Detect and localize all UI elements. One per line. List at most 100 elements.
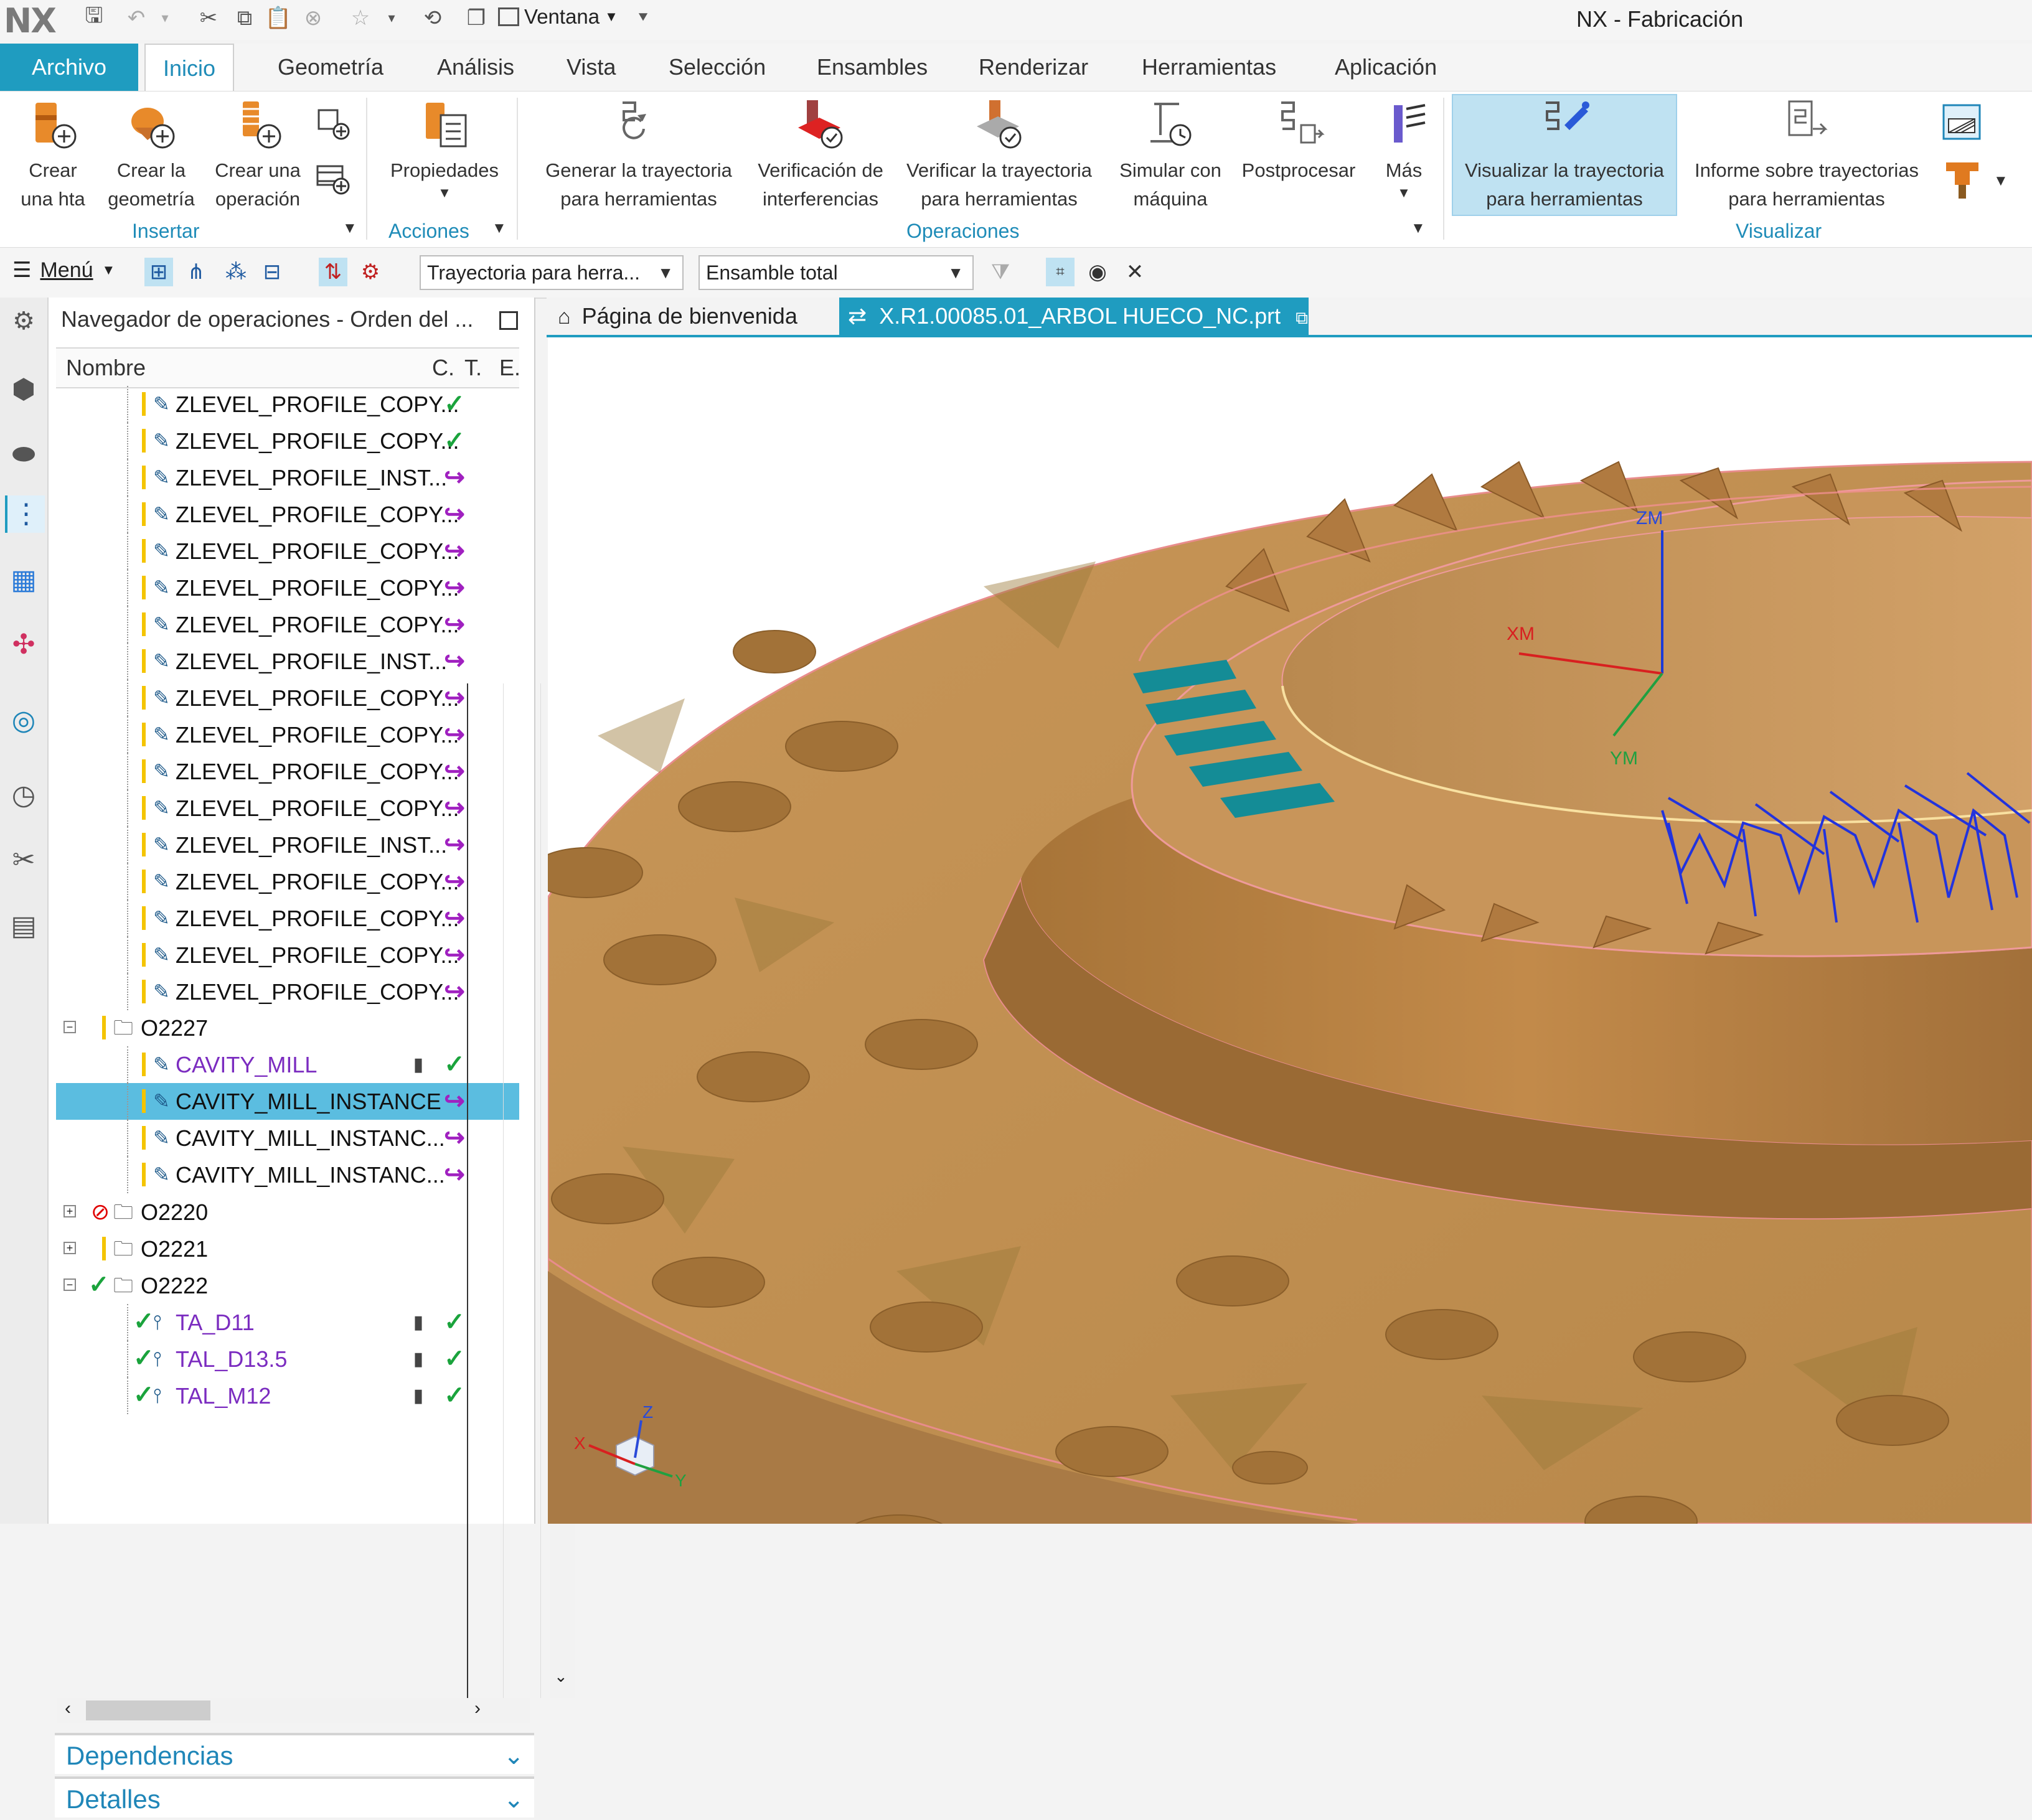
create-operation-button[interactable]: Crear una operación	[208, 96, 308, 213]
graphics-viewport[interactable]: ZM XM YM Z X Y	[548, 337, 2032, 1524]
save-icon[interactable]: 🖫	[80, 4, 108, 32]
operation-navigator-icon[interactable]: ⋮	[5, 495, 45, 533]
tab-part-file[interactable]: ⇄ X.R1.00085.01_ARBOL HUECO_NC.prt ⧉ ✕	[839, 298, 1309, 368]
expand-icon[interactable]: +	[64, 1205, 76, 1217]
menu-button[interactable]: ☰ Menú ▼	[12, 258, 115, 283]
toolpath-report-button[interactable]: Informe sobre trayectorias para herramie…	[1681, 96, 1932, 213]
tree-row-operation[interactable]: ✓ ⫯ TAL_M12 ▮ ✓	[56, 1377, 519, 1414]
dependencias-panel-header[interactable]: Dependencias ⌄	[55, 1733, 534, 1774]
more-button[interactable]: Más ▼	[1370, 96, 1438, 201]
tree-row-operation[interactable]: ✎ ZLEVEL_PROFILE_COPY... ↪	[56, 937, 519, 973]
create-geometry-button[interactable]: Crear la geometría	[105, 96, 198, 213]
visualize-more-dropdown-icon[interactable]: ▼	[1993, 172, 2008, 190]
tab-renderizar[interactable]: Renderizar	[961, 44, 1106, 91]
tree-row-operation[interactable]: ✎ ZLEVEL_PROFILE_COPY... ↪	[56, 570, 519, 606]
tree-row-operation[interactable]: ✎ ZLEVEL_PROFILE_COPY... ↪	[56, 496, 519, 533]
more-dropdown-icon[interactable]: ▼	[1370, 185, 1438, 201]
undo-dropdown-icon[interactable]: ▾	[151, 4, 179, 32]
tab-geometria[interactable]: Geometría	[260, 44, 401, 91]
machine-navigator-icon[interactable]: ▦	[5, 561, 42, 599]
column-header-name[interactable]: Nombre	[66, 349, 146, 387]
show-hide-icon[interactable]: ◉	[1083, 258, 1112, 286]
delete-icon[interactable]: ⊗	[299, 4, 327, 32]
generate-toolpath-button[interactable]: Generar la trayectoria para herramientas	[533, 96, 745, 213]
feature-navigator-icon[interactable]: ✣	[5, 626, 42, 664]
tree-row-operation[interactable]: ✎ ZLEVEL_PROFILE_COPY... ↪	[56, 716, 519, 753]
postprocess-button[interactable]: Postprocesar	[1236, 96, 1361, 185]
type-filter-select[interactable]: Trayectoria para herra... ▼	[420, 255, 684, 290]
tree-row-operation[interactable]: ✎ ZLEVEL_PROFILE_COPY... ✓	[56, 423, 519, 459]
program-order-view-icon[interactable]: ⊞	[144, 258, 173, 286]
settings-gear-icon[interactable]: ⚙	[5, 303, 42, 340]
scroll-left-icon[interactable]: ‹	[65, 1698, 71, 1719]
column-header-e[interactable]: E.	[499, 349, 520, 387]
tree-row-operation[interactable]: ✎ ZLEVEL_PROFILE_COPY... ↪	[56, 863, 519, 900]
scroll-down-icon[interactable]: ⌄	[554, 1667, 568, 1686]
properties-button[interactable]: Propiedades ▼	[382, 96, 507, 201]
favorite-dropdown-icon[interactable]: ▾	[377, 4, 406, 32]
filter-toolpath-icon[interactable]: ⇅	[319, 258, 347, 286]
tree-row-operation[interactable]: ✎ ZLEVEL_PROFILE_COPY... ↪	[56, 973, 519, 1010]
simulate-machine-button[interactable]: Simular con máquina	[1108, 96, 1233, 213]
assembly-navigator-icon[interactable]: ⬬	[5, 436, 42, 473]
repeat-command-icon[interactable]: ⟲	[418, 4, 447, 32]
switch-window-icon[interactable]: ❐	[462, 4, 491, 32]
create-method-icon[interactable]	[315, 105, 352, 143]
machine-tool-view-icon[interactable]: ⋔	[182, 258, 210, 286]
filter-operations-icon[interactable]: ⚙	[356, 258, 385, 286]
tab-seleccion[interactable]: Selección	[651, 44, 783, 91]
tab-welcome-page[interactable]: ⌂ Página de bienvenida	[558, 298, 797, 335]
visualize-toolpath-button[interactable]: Visualizar la trayectoria para herramien…	[1452, 96, 1677, 213]
tree-row-operation[interactable]: ✎ ZLEVEL_PROFILE_COPY... ↪	[56, 790, 519, 827]
stock-display-icon[interactable]	[1940, 100, 1983, 144]
window-menu[interactable]: Ventana ▼	[498, 5, 618, 29]
tree-row-operation[interactable]: ✎ ZLEVEL_PROFILE_INST... ↪	[56, 643, 519, 680]
tree-row-operation[interactable]: ✎ CAVITY_MILL_INSTANCE ↪	[56, 1083, 519, 1120]
undo-icon[interactable]: ↶	[122, 4, 151, 32]
column-header-t[interactable]: T.	[464, 349, 482, 387]
group-operaciones-expand-icon[interactable]: ▼	[1411, 220, 1426, 237]
tree-row-operation[interactable]: ✎ ZLEVEL_PROFILE_COPY... ↪	[56, 753, 519, 790]
process-studio-icon[interactable]: ▤	[5, 908, 42, 945]
tool-display-icon[interactable]	[1944, 159, 1981, 202]
tab-vista[interactable]: Vista	[549, 44, 633, 91]
web-browser-icon[interactable]: ◎	[5, 702, 42, 739]
tab-analisis[interactable]: Análisis	[420, 44, 532, 91]
tree-row-operation[interactable]: ✎ CAVITY_MILL_INSTANC... ↪	[56, 1156, 519, 1193]
tab-herramientas[interactable]: Herramientas	[1124, 44, 1294, 91]
tree-row-operation[interactable]: ✓ ⫯ TA_D11 ▮ ✓	[56, 1304, 519, 1341]
group-insertar-expand-icon[interactable]: ▼	[342, 220, 357, 237]
group-acciones-expand-icon[interactable]: ▼	[492, 220, 507, 237]
maximize-icon[interactable]	[499, 311, 518, 330]
tab-inicio[interactable]: Inicio	[144, 44, 235, 91]
tree-row-operation[interactable]: ✎ CAVITY_MILL ▮ ✓	[56, 1046, 519, 1083]
tree-row-group[interactable]: + 🗀 O2221	[56, 1231, 519, 1267]
tree-row-operation[interactable]: ✎ ZLEVEL_PROFILE_COPY... ↪	[56, 680, 519, 716]
tab-ensambles[interactable]: Ensambles	[799, 44, 945, 91]
part-navigator-icon[interactable]: ⬢	[5, 371, 42, 408]
reuse-library-icon[interactable]: ✂	[5, 842, 42, 879]
detalles-panel-header[interactable]: Detalles ⌄	[55, 1776, 534, 1818]
tree-row-operation[interactable]: ✎ CAVITY_MILL_INSTANC... ↪	[56, 1120, 519, 1156]
assembly-scope-select[interactable]: Ensamble total ▼	[698, 255, 974, 290]
cut-icon[interactable]: ✂	[194, 4, 223, 32]
tree-row-group[interactable]: − 🗀 O2227	[56, 1010, 519, 1046]
horizontal-scroll-thumb[interactable]	[86, 1700, 210, 1720]
tab-archivo[interactable]: Archivo	[0, 44, 138, 91]
undock-icon[interactable]: ⧉	[1296, 308, 1308, 327]
create-program-icon[interactable]	[315, 160, 352, 197]
favorite-icon[interactable]: ☆	[346, 4, 375, 32]
tree-row-operation[interactable]: ✓ ⫯ TAL_D13.5 ▮ ✓	[56, 1341, 519, 1377]
properties-dropdown-icon[interactable]: ▼	[382, 185, 507, 201]
history-icon[interactable]: ◷	[5, 777, 42, 814]
tree-row-operation[interactable]: ✎ ZLEVEL_PROFILE_COPY... ↪	[56, 606, 519, 643]
paste-icon[interactable]: 📋	[264, 4, 293, 32]
scroll-right-icon[interactable]: ›	[474, 1698, 481, 1719]
tree-row-group[interactable]: − ✓ 🗀 O2222	[56, 1267, 519, 1304]
tree-row-group[interactable]: + ⊘ 🗀 O2220	[56, 1194, 519, 1231]
collapse-icon[interactable]: −	[64, 1021, 76, 1033]
verify-toolpath-button[interactable]: Verificar la trayectoria para herramient…	[896, 96, 1102, 213]
tree-row-operation[interactable]: ✎ ZLEVEL_PROFILE_INST... ↪	[56, 827, 519, 863]
filter-reset-icon[interactable]: ⧩	[986, 258, 1015, 286]
gouge-check-button[interactable]: Verificación de interferencias	[751, 96, 890, 213]
